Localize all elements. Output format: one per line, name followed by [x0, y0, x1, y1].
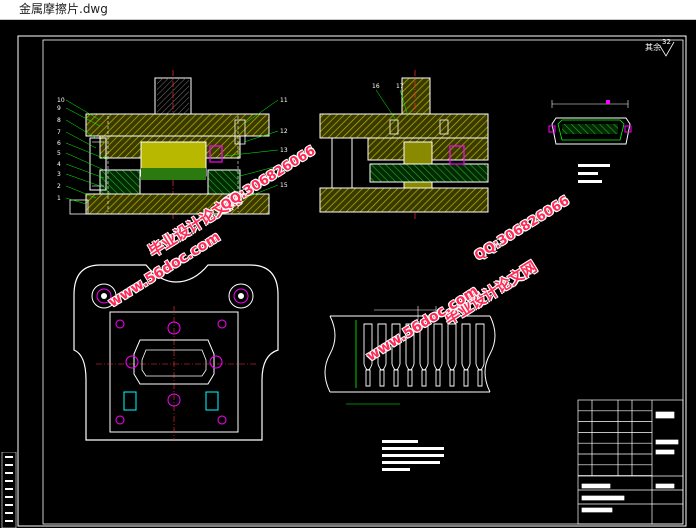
technical-notes	[382, 440, 444, 471]
ruler-mark	[5, 512, 13, 514]
part-number-label: 1	[57, 195, 61, 202]
plan-view	[73, 264, 279, 441]
part-number-label: 17	[396, 83, 404, 90]
part-number-label: 15	[280, 182, 288, 189]
strip-slot	[407, 369, 413, 387]
middle-section-view	[319, 70, 489, 220]
part-number-label: 13	[280, 147, 288, 154]
strip-slot	[393, 369, 399, 387]
ruler-mark	[5, 520, 13, 522]
drawing-outer-frame	[17, 35, 687, 527]
strip-slot	[365, 369, 371, 387]
strip-slot	[449, 369, 455, 387]
drawing-canvas[interactable]: 其余 32 10 9 8 7 6 5 4 3 2 1 11 12 13 14 1…	[0, 20, 696, 528]
strip-slot	[435, 369, 441, 387]
part-number-label: 11	[280, 97, 288, 104]
surface-prefix: 其余	[645, 42, 661, 52]
cad-drawing: 其余 32 10987654321 1112131415 16 17	[17, 35, 687, 527]
strip-slot	[421, 369, 427, 387]
ruler-mark	[5, 496, 13, 498]
ruler-mark	[5, 504, 13, 506]
title-block	[577, 399, 684, 525]
surface-value: 32	[662, 38, 671, 46]
part-number-label: 7	[57, 129, 61, 136]
part-number-label: 16	[372, 83, 380, 90]
surface-roughness-mark: 其余 32	[645, 38, 675, 57]
part-number-label: 5	[57, 150, 61, 157]
middle-view-part-numbers: 16 17	[372, 83, 404, 90]
strip-layout-view	[324, 306, 496, 405]
strip-slot	[477, 369, 483, 387]
strip-slot	[433, 323, 443, 371]
ruler-mark	[5, 472, 13, 474]
strip-slot	[461, 323, 471, 371]
strip-slot	[463, 369, 469, 387]
part-detail-view	[548, 100, 632, 183]
part-number-label: 9	[57, 105, 61, 112]
strip-slot	[475, 323, 485, 371]
part-number-label: 12	[280, 128, 288, 135]
ruler-mark	[5, 480, 13, 482]
part-number-label: 10	[57, 97, 65, 104]
ruler-mark	[5, 464, 13, 466]
strip-slot	[447, 323, 457, 371]
window-titlebar: 金属摩擦片.dwg	[0, 0, 696, 20]
left-view-part-numbers: 109 8 7 6 5 4 3 2 1	[57, 97, 65, 202]
ruler-mark	[5, 488, 13, 490]
part-number-label: 8	[57, 117, 61, 124]
part-number-label: 2	[57, 183, 61, 190]
left-margin-ruler	[1, 452, 17, 528]
part-number-label: 6	[57, 140, 61, 147]
strip-slot	[379, 369, 385, 387]
window-title: 金属摩擦片.dwg	[19, 2, 108, 16]
part-number-label: 3	[57, 171, 61, 178]
ruler-mark	[5, 456, 13, 458]
part-number-label: 4	[57, 161, 61, 168]
